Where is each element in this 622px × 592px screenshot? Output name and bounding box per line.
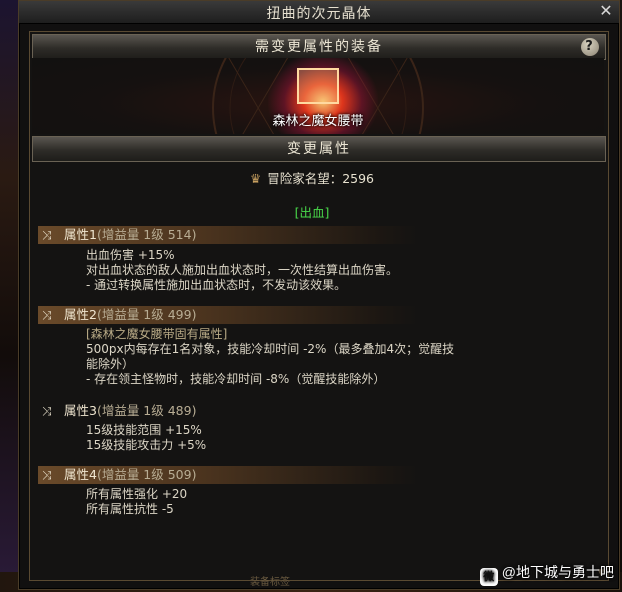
attribute-3-title: 属性3	[64, 403, 97, 418]
belt-item-icon[interactable]	[297, 68, 339, 104]
attributes-panel: ♛ 冒险家名望：2596 [出血] ⤨ 属性1(增益量 1级 514) 出血伤害 +…	[32, 162, 592, 572]
attribute-1-header[interactable]: ⤨ 属性1(增益量 1级 514)	[38, 226, 418, 244]
bottom-bar-text: 装备标签	[250, 577, 290, 588]
help-button[interactable]: ?	[581, 38, 599, 56]
attribute-4-header[interactable]: ⤨ 属性4(增益量 1级 509)	[38, 466, 418, 484]
attribute-4-title: 属性4	[64, 467, 97, 482]
attribute-2-title: 属性2	[64, 307, 97, 322]
attribute-4-line: 所有属性强化 +20	[86, 487, 188, 501]
attribute-2-line: - 存在领主怪物时，技能冷却时间 -8%（觉醒技能除外）	[86, 372, 386, 386]
attribute-2-line: 能除外）	[86, 357, 135, 371]
attribute-2-header[interactable]: ⤨ 属性2(增益量 1级 499)	[38, 306, 418, 324]
window-title: 扭曲的次元晶体	[266, 6, 372, 22]
attribute-4-line: 所有属性抗性 -5	[86, 502, 174, 516]
inner-frame: 需变更属性的装备 ? 森林之魔女腰带 变更属性 ♛ 冒险家名望：2596 [出血]	[29, 31, 609, 581]
reputation-line: ♛ 冒险家名望：2596	[32, 168, 592, 187]
attribute-2-source: [森林之魔女腰带固有属性]	[86, 327, 228, 341]
watermark: 微 @地下城与勇士吧	[479, 562, 614, 586]
attribute-3-meta: (增益量 1级 489)	[96, 403, 197, 418]
attribute-1-meta: (增益量 1级 514)	[96, 227, 197, 242]
window-titlebar[interactable]: 扭曲的次元晶体 ✕	[19, 1, 619, 24]
shuffle-icon: ⤨	[42, 228, 52, 242]
reputation-label: 冒险家名望：2596	[267, 171, 375, 186]
close-button[interactable]: ✕	[597, 2, 615, 20]
attribute-2-meta: (增益量 1级 499)	[96, 307, 197, 322]
weibo-logo-icon: 微	[479, 568, 498, 586]
change-banner-title: 变更属性	[287, 141, 351, 157]
shuffle-icon: ⤨	[42, 468, 52, 482]
equipment-banner-title: 需变更属性的装备	[255, 39, 383, 55]
attribute-1-line: 对出血状态的敌人施加出血状态时，一次性结算出血伤害。	[86, 263, 399, 277]
attribute-1-line: - 通过转换属性施加出血状态时，不发动该效果。	[86, 278, 347, 292]
watermark-text: @地下城与勇士吧	[501, 564, 614, 580]
change-banner: 变更属性	[32, 136, 606, 162]
attribute-4-meta: (增益量 1级 509)	[96, 467, 197, 482]
crystal-window: 扭曲的次元晶体 ✕ 需变更属性的装备 ? 森林之魔女腰带 变更属性 ♛ 冒险家名…	[18, 0, 620, 590]
attribute-1-title: 属性1	[64, 227, 97, 242]
shuffle-icon: ⤨	[42, 404, 52, 418]
equipment-showcase: 森林之魔女腰带	[32, 58, 604, 134]
attribute-3-header[interactable]: ⤨ 属性3(增益量 1级 489)	[38, 402, 418, 420]
bleed-tag: [出血]	[294, 205, 330, 220]
crown-icon: ♛	[249, 171, 262, 186]
attribute-3-line: 15级技能范围 +15%	[86, 423, 202, 437]
attribute-2-line: 500px内每存在1名对象，技能冷却时间 -2%（最多叠加4次；觉醒技	[86, 342, 455, 356]
item-name: 森林之魔女腰带	[272, 114, 364, 129]
attribute-1-line: 出血伤害 +15%	[86, 248, 175, 262]
attribute-3-line: 15级技能攻击力 +5%	[86, 438, 207, 452]
equipment-banner: 需变更属性的装备 ?	[32, 34, 606, 60]
shuffle-icon: ⤨	[42, 308, 52, 322]
